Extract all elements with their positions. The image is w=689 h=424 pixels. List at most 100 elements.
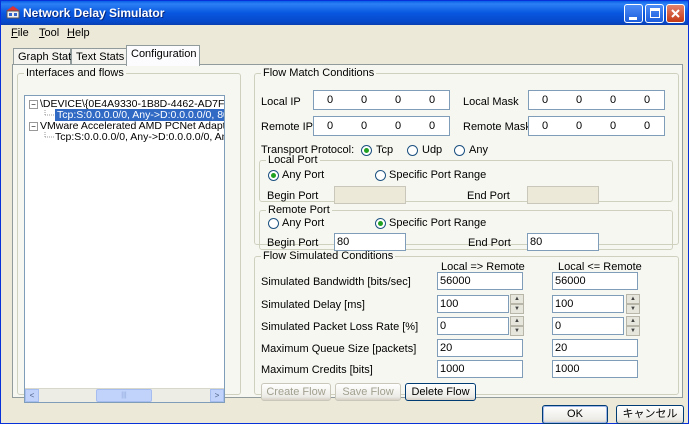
save-flow-button[interactable]: Save Flow <box>335 383 401 401</box>
credits-r2l-field[interactable]: 1000 <box>552 360 638 378</box>
spin-down-icon[interactable]: ▼ <box>626 326 640 336</box>
local-end-port-label: End Port <box>467 190 510 202</box>
delay-r2l-spinner[interactable]: ▲ ▼ <box>626 294 640 314</box>
queue-l2r-field[interactable]: 20 <box>437 339 523 357</box>
local-end-port-field[interactable] <box>527 186 599 204</box>
delay-l2r-spinner[interactable]: ▲ ▼ <box>510 294 524 314</box>
mask-octet: 0 <box>610 120 617 132</box>
remote-any-port-label[interactable]: Any Port <box>282 217 324 229</box>
remote-mask-field[interactable]: 0 0 0 0 <box>528 116 665 136</box>
bandwidth-r2l-field[interactable]: 56000 <box>552 272 638 290</box>
scroll-right-icon[interactable]: > <box>210 389 224 402</box>
ok-button[interactable]: OK <box>542 405 608 424</box>
flow-match-group: Flow Match Conditions Local IP 0 0 0 0 L… <box>254 67 679 251</box>
loss-l2r-spinner[interactable]: ▲ ▼ <box>510 316 524 336</box>
cancel-button[interactable]: キャンセル <box>616 405 684 424</box>
close-button[interactable] <box>666 4 685 23</box>
queue-r2l-field[interactable]: 20 <box>552 339 638 357</box>
minimize-button[interactable] <box>624 4 643 23</box>
credits-label: Maximum Credits [bits] <box>261 364 373 376</box>
spin-up-icon[interactable]: ▲ <box>510 316 524 326</box>
mask-octet: 0 <box>644 120 651 132</box>
flow-simulated-group: Flow Simulated Conditions Local => Remot… <box>254 250 679 401</box>
remote-begin-port-label: Begin Port <box>267 237 319 249</box>
mask-octet: 0 <box>644 94 651 106</box>
tree-lines <box>44 110 54 138</box>
menu-help[interactable]: Help <box>67 27 90 39</box>
close-icon <box>671 9 680 18</box>
tab-configuration[interactable]: Configuration <box>126 45 200 66</box>
interfaces-tree[interactable]: − \DEVICE\{0E4A9330-1B8D-4462-AD7F-337 T… <box>24 95 225 403</box>
credits-l2r-field[interactable]: 1000 <box>437 360 523 378</box>
local-specific-range-label[interactable]: Specific Port Range <box>389 169 486 181</box>
ip-octet: 0 <box>327 120 334 132</box>
tree-flow-item[interactable]: Tcp:S:0.0.0.0/0, Any->D:0.0.0.0/0, Any <box>55 131 224 143</box>
remote-specific-range-label[interactable]: Specific Port Range <box>389 217 486 229</box>
remote-ip-field[interactable]: 0 0 0 0 <box>313 116 450 136</box>
local-ip-label: Local IP <box>261 96 301 108</box>
loss-l2r-field[interactable]: 0 <box>437 317 509 335</box>
spin-down-icon[interactable]: ▼ <box>626 304 640 314</box>
local-any-port-label[interactable]: Any Port <box>282 169 324 181</box>
remote-specific-range-radio[interactable] <box>375 218 386 229</box>
interfaces-group: Interfaces and flows − \DEVICE\{0E4A9330… <box>17 67 241 403</box>
local-begin-port-label: Begin Port <box>267 190 319 202</box>
horizontal-scrollbar[interactable]: < ||| > <box>25 388 224 402</box>
spin-down-icon[interactable]: ▼ <box>510 304 524 314</box>
menu-file-label: ile <box>17 27 29 39</box>
local-any-port-radio[interactable] <box>268 170 279 181</box>
delay-r2l-field[interactable]: 100 <box>552 295 624 313</box>
create-flow-button[interactable]: Create Flow <box>261 383 331 401</box>
tab-graph-stats[interactable]: Graph Stats <box>13 48 77 65</box>
ip-octet: 0 <box>429 94 436 106</box>
ip-octet: 0 <box>361 94 368 106</box>
menu-help-label: elp <box>74 27 90 39</box>
title-bar[interactable]: Network Delay Simulator <box>1 1 688 25</box>
local-begin-port-field[interactable] <box>334 186 406 204</box>
local-ip-field[interactable]: 0 0 0 0 <box>313 90 450 110</box>
remote-ip-label: Remote IP <box>261 121 313 133</box>
spin-down-icon[interactable]: ▼ <box>510 326 524 336</box>
local-mask-label: Local Mask <box>463 96 519 108</box>
remote-mask-label: Remote Mask <box>463 121 531 133</box>
menu-tool[interactable]: Tool <box>39 27 59 39</box>
ip-octet: 0 <box>395 120 402 132</box>
ip-octet: 0 <box>327 94 334 106</box>
local-mask-field[interactable]: 0 0 0 0 <box>528 90 665 110</box>
app-icon <box>6 6 20 19</box>
delete-flow-button[interactable]: Delete Flow <box>405 383 476 401</box>
scroll-thumb[interactable]: ||| <box>96 389 152 402</box>
maximize-button[interactable] <box>645 4 664 23</box>
bandwidth-l2r-field[interactable]: 56000 <box>437 272 523 290</box>
delay-label: Simulated Delay [ms] <box>261 299 365 311</box>
menu-file[interactable]: File <box>11 27 29 39</box>
mask-octet: 0 <box>542 94 549 106</box>
loss-r2l-field[interactable]: 0 <box>552 317 624 335</box>
spin-up-icon[interactable]: ▲ <box>626 294 640 304</box>
mask-octet: 0 <box>542 120 549 132</box>
loss-r2l-spinner[interactable]: ▲ ▼ <box>626 316 640 336</box>
local-specific-range-radio[interactable] <box>375 170 386 181</box>
menu-file-mnemonic: F <box>11 27 18 39</box>
menu-bar: File Tool Help <box>2 25 688 42</box>
remote-end-port-label: End Port <box>468 237 511 249</box>
flow-simulated-legend: Flow Simulated Conditions <box>263 250 394 262</box>
mask-octet: 0 <box>610 94 617 106</box>
delay-l2r-field[interactable]: 100 <box>437 295 509 313</box>
scroll-left-icon[interactable]: < <box>25 389 39 402</box>
remote-any-port-radio[interactable] <box>268 218 279 229</box>
interfaces-legend: Interfaces and flows <box>26 67 124 79</box>
bandwidth-label: Simulated Bandwidth [bits/sec] <box>261 276 411 288</box>
remote-begin-port-field[interactable]: 80 <box>334 233 406 251</box>
spin-up-icon[interactable]: ▲ <box>626 316 640 326</box>
queue-size-label: Maximum Queue Size [packets] <box>261 343 417 355</box>
tab-text-stats[interactable]: Text Stats <box>71 48 127 65</box>
remote-port-group: Remote Port Any Port Specific Port Range… <box>259 204 673 251</box>
remote-end-port-field[interactable]: 80 <box>527 233 599 251</box>
ip-octet: 0 <box>429 120 436 132</box>
spin-up-icon[interactable]: ▲ <box>510 294 524 304</box>
ip-octet: 0 <box>395 94 402 106</box>
window-title: Network Delay Simulator <box>23 6 165 20</box>
local-port-group: Local Port Any Port Specific Port Range … <box>259 154 673 204</box>
mask-octet: 0 <box>576 120 583 132</box>
